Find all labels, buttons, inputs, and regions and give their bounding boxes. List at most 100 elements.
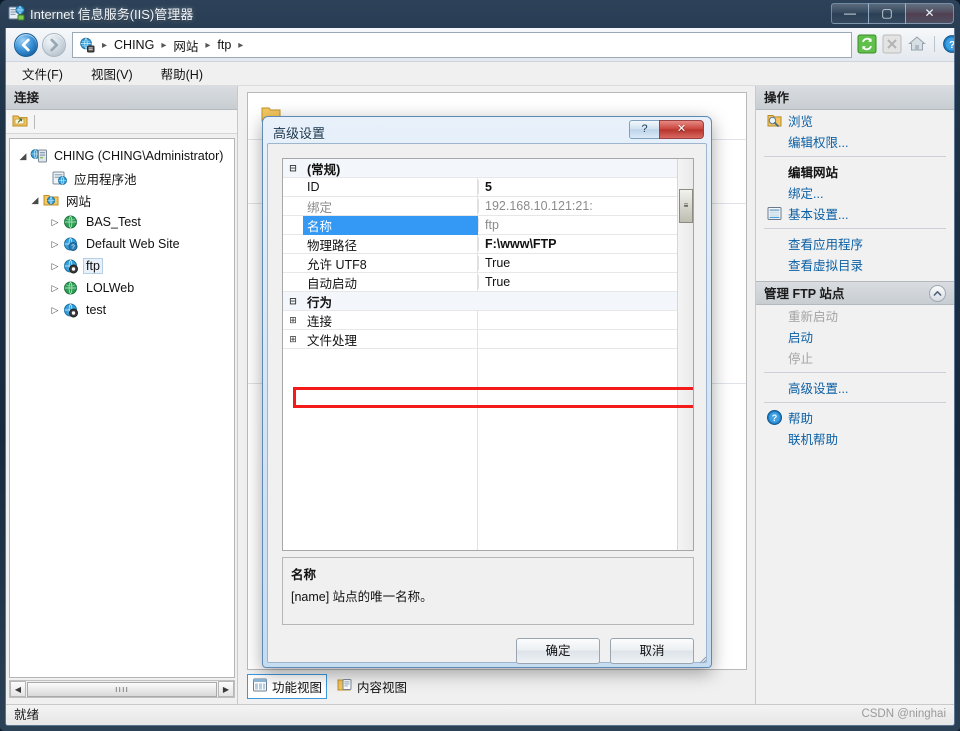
property-row-name[interactable]: 名称 ftp: [283, 215, 693, 235]
connections-tree[interactable]: ◢ CHING (CHING\Administrator) 应用程序池 ◢ 网站…: [9, 138, 235, 678]
tree-node-lolweb[interactable]: ▷ LOLWeb: [10, 277, 234, 299]
action-online-help[interactable]: 联机帮助: [756, 428, 954, 449]
expander-icon[interactable]: ◢: [16, 151, 30, 162]
refresh-icon[interactable]: [856, 33, 878, 55]
connect-to-server-icon[interactable]: [12, 112, 28, 131]
property-value[interactable]: F:\www\FTP: [478, 237, 693, 251]
property-row-physical-path[interactable]: 物理路径 F:\www\FTP: [283, 235, 693, 254]
property-row-auto-start[interactable]: 自动启动 True: [283, 273, 693, 292]
collapse-expander-icon[interactable]: ⊟: [283, 296, 303, 307]
tree-node-ching[interactable]: ◢ CHING (CHING\Administrator): [10, 145, 234, 167]
tab-label: 功能视图: [272, 680, 323, 695]
expand-expander-icon[interactable]: ⊞: [283, 334, 303, 345]
tree-node-default-web-site[interactable]: ▷ ? Default Web Site: [10, 233, 234, 255]
forward-arrow-icon[interactable]: [42, 33, 66, 57]
action-bindings[interactable]: 绑定...: [756, 182, 954, 203]
dialog-help-button[interactable]: ?: [629, 120, 660, 139]
scroll-thumb[interactable]: ıııı: [27, 681, 217, 697]
action-basic-settings[interactable]: 基本设置...: [756, 203, 954, 224]
action-label: 绑定...: [788, 187, 824, 201]
tree-horizontal-scrollbar[interactable]: ◀ ıııı ▶: [9, 680, 235, 698]
dialog-close-button[interactable]: ✕: [659, 120, 704, 139]
property-row-id[interactable]: ID 5: [283, 178, 693, 197]
website-icon: [62, 280, 80, 296]
expand-expander-icon[interactable]: ⊞: [283, 315, 303, 326]
tree-node-label: 应用程序池: [74, 172, 137, 187]
tree-node-sites[interactable]: ◢ 网站: [10, 189, 234, 211]
breadcrumb-separator-3: ▸: [238, 39, 244, 51]
breadcrumb[interactable]: ▸ CHING ▸ 网站 ▸ ftp ▸: [72, 32, 852, 58]
back-arrow-icon[interactable]: [14, 33, 38, 57]
expander-icon[interactable]: ▷: [48, 283, 62, 294]
website-icon: ?: [62, 236, 80, 252]
tree-node-label: BAS_Test: [86, 215, 141, 229]
app-pools-icon: [50, 170, 68, 186]
action-stop: 停止: [756, 347, 954, 368]
tree-node-bas-test[interactable]: ▷ BAS_Test: [10, 211, 234, 233]
breadcrumb-item-2[interactable]: ftp: [214, 38, 234, 52]
toolbar-divider: [934, 36, 935, 52]
collapse-expander-icon[interactable]: ⊟: [283, 163, 303, 174]
action-advanced-settings[interactable]: 高级设置...: [756, 377, 954, 398]
status-bar: 就绪: [6, 704, 954, 725]
home-icon[interactable]: [906, 33, 928, 55]
client-area: ▸ CHING ▸ 网站 ▸ ftp ▸ ? 文件(F) 视图(V) 帮助(H)…: [5, 28, 955, 726]
menu-view[interactable]: 视图(V): [87, 62, 137, 85]
dialog-buttons: 确定 取消: [282, 638, 694, 666]
help-icon[interactable]: ?: [941, 33, 954, 55]
property-row-allow-utf8[interactable]: 允许 UTF8 True: [283, 254, 693, 273]
view-tabs: 功能视图 内容视图: [247, 673, 747, 699]
property-grid[interactable]: ⊟ (常规) ID 5 绑定 192.168.10.121:21: 名称 ftp…: [282, 158, 694, 551]
tab-content-view[interactable]: 内容视图: [333, 675, 411, 698]
expander-icon[interactable]: ◢: [28, 195, 42, 206]
watermark-text: CSDN @ninghai: [861, 708, 946, 720]
scroll-thumb[interactable]: ≡: [679, 189, 693, 223]
help-circle-icon: ?: [766, 409, 783, 426]
action-restart: 重新启动: [756, 305, 954, 326]
tree-node-label: ftp: [83, 258, 103, 274]
property-group-behavior[interactable]: ⊟ 行为: [283, 292, 693, 311]
tree-node-app-pools[interactable]: 应用程序池: [10, 167, 234, 189]
ok-button[interactable]: 确定: [516, 638, 600, 664]
property-group-general[interactable]: ⊟ (常规): [283, 159, 693, 178]
maximize-button[interactable]: ▢: [868, 3, 906, 24]
manage-ftp-site-header: 管理 FTP 站点: [756, 281, 954, 305]
property-value[interactable]: True: [478, 275, 693, 289]
scroll-right-button[interactable]: ▶: [218, 681, 234, 697]
dialog-resize-grip-icon[interactable]: [695, 652, 707, 664]
spacer-icon: [766, 163, 783, 180]
expander-icon[interactable]: ▷: [48, 305, 62, 316]
property-grid-scrollbar[interactable]: ≡: [677, 159, 693, 550]
toolbar-divider: [34, 114, 35, 129]
action-edit-permissions[interactable]: 编辑权限...: [756, 131, 954, 152]
tree-node-ftp[interactable]: ▷ ftp: [10, 255, 234, 277]
action-view-virtual-directories[interactable]: 查看虚拟目录: [756, 254, 954, 275]
tab-features-view[interactable]: 功能视图: [247, 673, 328, 699]
chevron-up-icon[interactable]: [929, 285, 946, 302]
tree-node-test[interactable]: ▷ test: [10, 299, 234, 321]
action-help[interactable]: ? 帮助: [756, 407, 954, 428]
property-row-file-handling[interactable]: ⊞ 文件处理: [283, 330, 693, 349]
breadcrumb-item-0[interactable]: CHING: [111, 38, 157, 52]
property-value[interactable]: True: [478, 256, 693, 270]
minimize-button[interactable]: —: [831, 3, 869, 24]
property-value[interactable]: ftp: [478, 218, 693, 232]
action-start[interactable]: 启动: [756, 326, 954, 347]
expander-icon[interactable]: ▷: [48, 217, 62, 228]
action-browse[interactable]: 浏览: [756, 110, 954, 131]
cancel-button[interactable]: 取消: [610, 638, 694, 664]
close-button[interactable]: ✕: [905, 3, 954, 24]
expander-icon[interactable]: ▷: [48, 239, 62, 250]
scroll-left-button[interactable]: ◀: [10, 681, 26, 697]
property-name: (常规): [307, 162, 341, 177]
expander-icon[interactable]: ▷: [48, 261, 62, 272]
menu-file[interactable]: 文件(F): [18, 62, 67, 85]
menu-help[interactable]: 帮助(H): [157, 62, 207, 85]
action-view-applications[interactable]: 查看应用程序: [756, 233, 954, 254]
property-row-bindings[interactable]: 绑定 192.168.10.121:21:: [283, 197, 693, 216]
tree-node-label: 网站: [66, 194, 92, 209]
property-row-connections[interactable]: ⊞ 连接: [283, 311, 693, 330]
action-label: 帮助: [788, 412, 814, 426]
status-text: 就绪: [14, 708, 40, 722]
breadcrumb-item-1[interactable]: 网站: [170, 36, 201, 55]
